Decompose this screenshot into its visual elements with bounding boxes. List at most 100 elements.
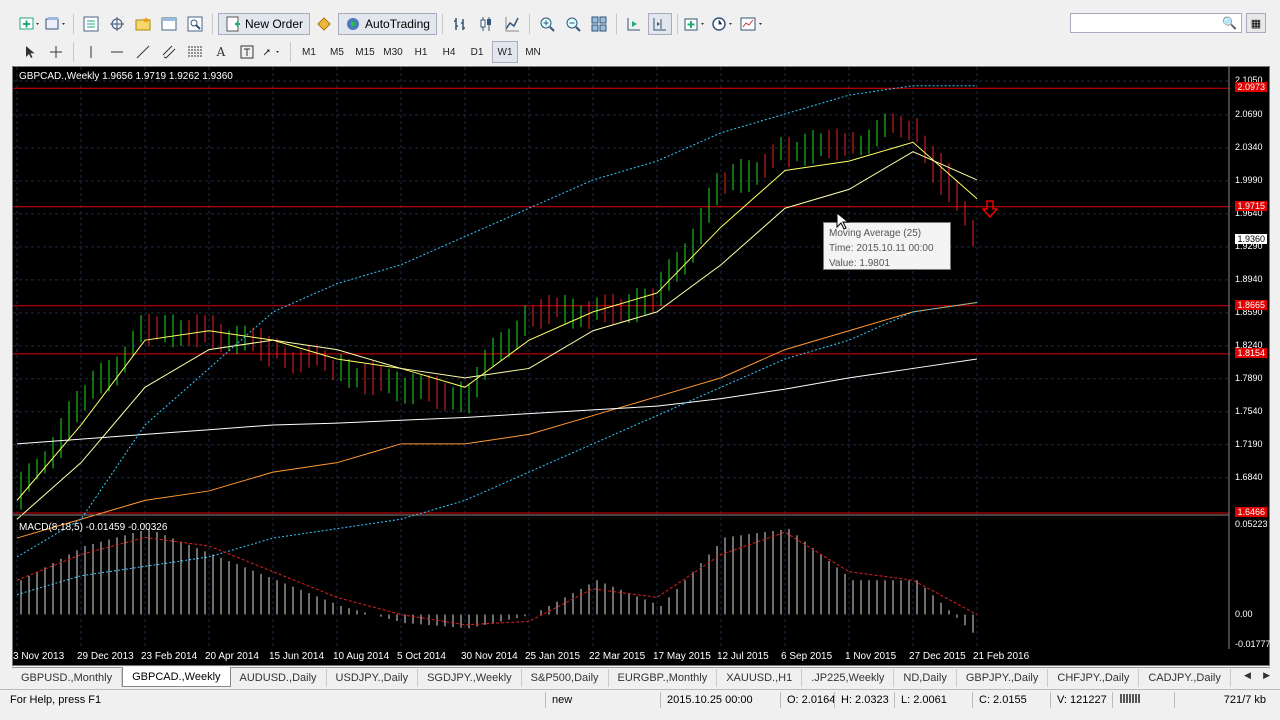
candlestick-button[interactable] [474,13,498,35]
horizontal-line-icon [111,51,123,53]
timeframe-w1[interactable]: W1 [492,41,518,63]
templates-button[interactable] [739,13,767,35]
text-label-button[interactable] [235,41,259,63]
line-chart-icon [505,17,519,32]
status-traffic: 721/7 kb [1174,692,1274,708]
time-axis-label: 12 Jul 2015 [717,651,769,662]
metaeditor-button[interactable] [312,13,336,35]
market-watch-icon [83,16,99,32]
timeframe-d1[interactable]: D1 [464,41,490,63]
timeframe-m15[interactable]: M15 [352,41,378,63]
vertical-line-button[interactable] [79,41,103,63]
profiles-button[interactable] [44,13,68,35]
chart-shift-button[interactable] [647,13,672,35]
community-icon: ▦ [1250,17,1262,30]
indicator-line [16,358,978,445]
macd-axis-label: 0.05223 [1235,519,1268,529]
line-chart-button[interactable] [500,13,524,35]
favorites-button[interactable] [131,13,155,35]
price-axis-label: 1.7540 [1235,405,1263,416]
arrows-button[interactable] [261,41,285,63]
price-axis-label: 2.0690 [1235,108,1263,119]
time-axis-label: 30 Nov 2014 [461,651,518,662]
bar-chart-button[interactable] [448,13,472,35]
profiles-icon [45,17,65,30]
tab-sgdjpy-weekly[interactable]: SGDJPY.,Weekly [418,669,522,687]
magnifier-chart-icon [187,16,203,32]
zoom-in-button[interactable] [535,13,559,35]
tab-scroll-right-icon[interactable]: ▶ [1263,670,1270,681]
indicators-button[interactable] [683,13,709,35]
macd-title: MACD(8,18,5) -0.01459 -0.00326 [19,522,168,533]
macd-signal-line [16,531,978,626]
tab-chfjpy-daily[interactable]: CHFJPY.,Daily [1048,669,1140,687]
price-axis-label: 1.7190 [1235,438,1263,449]
tooltip-time: Time: 2015.10.11 00:00 [829,243,934,254]
connection-status [1112,692,1172,708]
auto-scroll-button[interactable] [622,13,646,35]
community-button[interactable]: ▦ [1246,13,1266,33]
time-axis-label: 20 Apr 2014 [205,651,259,662]
chart-window[interactable]: GBPCAD.,Weekly 1.9656 1.9719 1.9262 1.93… [12,66,1271,666]
tile-windows-button[interactable] [587,13,611,35]
navigator-button[interactable] [105,13,129,35]
timeframe-h1[interactable]: H1 [408,41,434,63]
tab-nd-daily[interactable]: ND,Daily [894,669,957,687]
vertical-scrollbar[interactable] [1270,66,1280,686]
timeframe-h4[interactable]: H4 [436,41,462,63]
status-high: H: 2.0323 [834,692,892,708]
search-input[interactable]: 🔍 [1070,13,1242,33]
price-chart[interactable] [13,67,1269,665]
horizontal-line-button[interactable] [105,41,129,63]
strategy-tester-button[interactable] [183,13,207,35]
text-button[interactable]: A [209,41,233,63]
autotrading-button[interactable]: AutoTrading [338,13,437,35]
zoom-out-button[interactable] [561,13,585,35]
autotrading-icon [347,18,360,30]
fibonacci-button[interactable] [183,41,207,63]
timeframe-m1[interactable]: M1 [296,41,322,63]
tab-gbpusd-monthly[interactable]: GBPUSD.,Monthly [12,669,123,687]
new-order-button[interactable]: New Order [218,13,311,35]
tab-usdjpy-daily[interactable]: USDJPY.,Daily [327,669,419,687]
time-axis-label: 3 Nov 2013 [13,651,65,662]
tab-xauusd-h1[interactable]: XAUUSD.,H1 [717,669,803,687]
equidistant-channel-button[interactable] [157,41,181,63]
trendline-button[interactable] [131,41,155,63]
timeframe-m5[interactable]: M5 [324,41,350,63]
time-axis-label: 1 Nov 2015 [845,651,897,662]
tab-scroll-left-icon[interactable]: ◀ [1244,670,1251,681]
fibonacci-icon [188,46,202,57]
tab-gbpcad-weekly[interactable]: GBPCAD.,Weekly [122,667,231,687]
tab-eurgbp-monthly[interactable]: EURGBP.,Monthly [609,669,718,687]
cursor-icon [26,46,35,58]
crosshair-button[interactable] [44,41,68,63]
diamond-icon [317,17,331,31]
new-chart-icon [19,17,39,30]
crosshair-icon [50,46,62,58]
sell-arrow-icon [982,200,998,218]
cursor-button[interactable] [18,41,42,63]
periods-button[interactable] [711,13,737,35]
bar-chart-icon [453,18,465,30]
tab-sp500-daily[interactable]: S&P500,Daily [522,669,609,687]
new-chart-button[interactable] [18,13,42,35]
crosshair-target-icon [110,17,124,31]
tab-cadjpy-daily[interactable]: CADJPY.,Daily [1139,669,1231,687]
terminal-button[interactable] [157,13,181,35]
price-tag: 2.0973 [1235,82,1267,93]
tab-audusd-daily[interactable]: AUDUSD.,Daily [231,669,327,687]
tab-jp225-weekly[interactable]: .JP225,Weekly [802,669,895,687]
timeframe-mn[interactable]: MN [520,41,546,63]
templates-icon [740,17,762,31]
timeframe-m30[interactable]: M30 [380,41,406,63]
time-axis-label: 25 Jan 2015 [525,651,581,662]
folder-star-icon [135,17,151,31]
status-open: O: 2.0164 [780,692,835,708]
market-watch-button[interactable] [79,13,103,35]
time-axis-label: 6 Sep 2015 [781,651,833,662]
zoom-in-icon [540,17,555,32]
connection-bars-icon [1120,694,1140,703]
tab-gbpjpy-daily[interactable]: GBPJPY.,Daily [957,669,1049,687]
chart-shift-icon [653,18,666,31]
